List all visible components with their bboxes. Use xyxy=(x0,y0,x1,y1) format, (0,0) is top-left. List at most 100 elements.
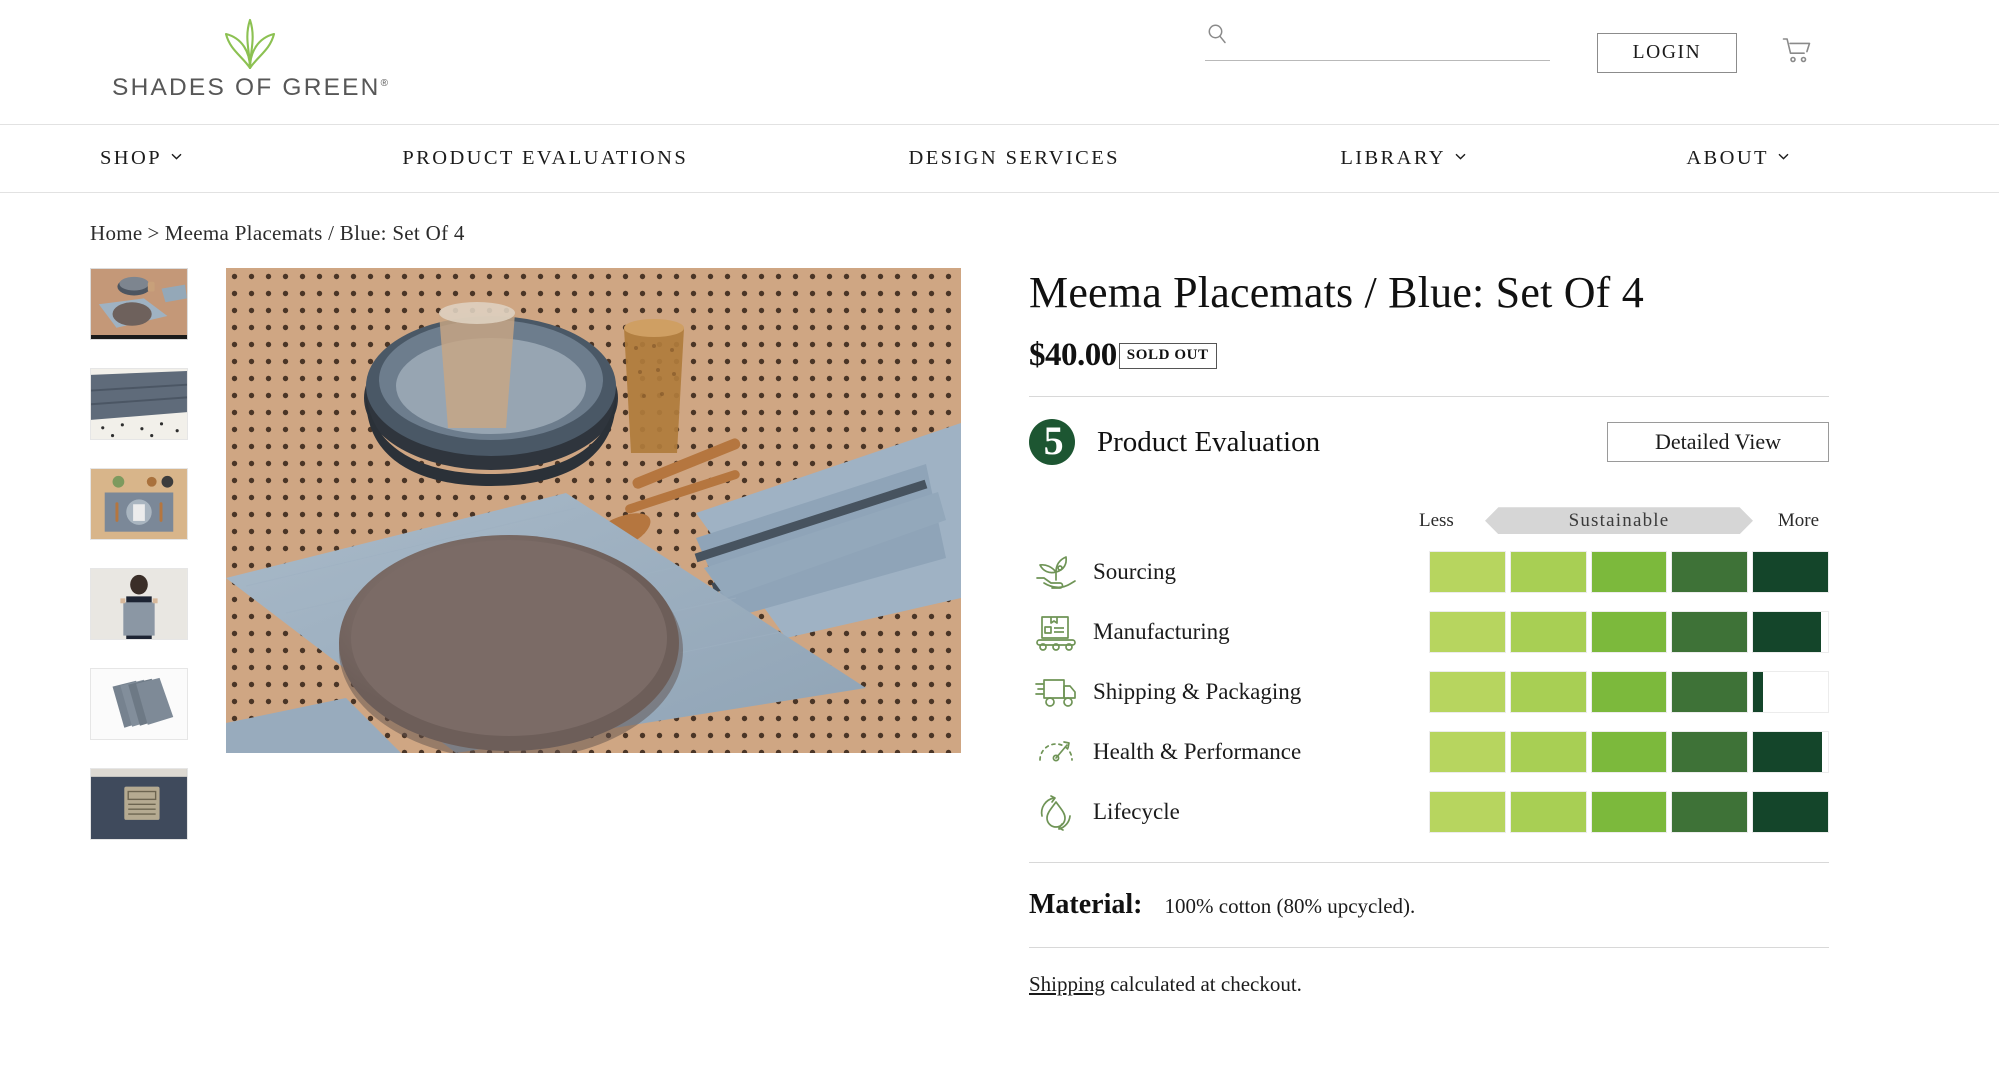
product-main: Meema Placemats / Blue: Set Of 4 $40.00 … xyxy=(0,246,1999,997)
scale-less-label: Less xyxy=(1419,509,1454,531)
chevron-down-icon xyxy=(171,151,182,162)
thumbnail-item[interactable] xyxy=(90,268,188,340)
rating-segment xyxy=(1509,731,1587,774)
site-logo[interactable]: SHADES OF GREEN® xyxy=(100,12,400,102)
chevron-down-icon xyxy=(1455,151,1466,162)
lotus-leaf-mark-icon xyxy=(100,12,400,70)
search-box xyxy=(1205,22,1550,61)
shipping-policy-link[interactable]: Shipping xyxy=(1029,972,1105,996)
product-info: Meema Placemats / Blue: Set Of 4 $40.00 … xyxy=(1029,268,1829,997)
rating-segment xyxy=(1429,551,1506,594)
divider xyxy=(1029,862,1829,864)
gauge-icon xyxy=(1029,730,1083,774)
breadcrumb-separator: > xyxy=(147,221,160,245)
nav-item-product-evaluations[interactable]: PRODUCT EVALUATIONS xyxy=(402,147,688,170)
breadcrumb: Home > Meema Placemats / Blue: Set Of 4 xyxy=(0,193,1999,246)
rating-label: Health & Performance xyxy=(1093,739,1302,765)
rating-row: Manufacturing xyxy=(1029,610,1829,654)
rating-segment xyxy=(1752,791,1829,834)
rating-bar-group xyxy=(1429,611,1829,654)
material-value: 100% cotton (80% upcycled). xyxy=(1164,894,1416,919)
evaluation-score-value: 5 xyxy=(1043,418,1064,464)
logo-wordmark: SHADES OF GREEN® xyxy=(100,74,400,102)
nav-item-library[interactable]: LIBRARY xyxy=(1340,147,1466,170)
breadcrumb-current: Meema Placemats / Blue: Set Of 4 xyxy=(164,221,465,245)
logo-wordmark-text: SHADES OF GREEN xyxy=(112,74,381,101)
rating-segment xyxy=(1671,551,1749,594)
material-row: Material: 100% cotton (80% upcycled). xyxy=(1029,889,1829,921)
main-navigation: SHOP PRODUCT EVALUATIONS DESIGN SERVICES… xyxy=(0,125,1999,193)
material-label: Material: xyxy=(1029,889,1143,921)
thumbnail-item[interactable] xyxy=(90,668,188,740)
rating-row: Health & Performance xyxy=(1029,730,1829,774)
thumbnail-item[interactable] xyxy=(90,768,188,840)
rating-segment xyxy=(1590,791,1668,834)
thumbnail-item[interactable] xyxy=(90,568,188,640)
rating-segment xyxy=(1671,671,1749,714)
rating-segment xyxy=(1429,731,1506,774)
nav-item-about[interactable]: ABOUT xyxy=(1686,147,1789,170)
rating-segment xyxy=(1590,611,1668,654)
rating-label: Lifecycle xyxy=(1093,799,1180,825)
page-title: Meema Placemats / Blue: Set Of 4 xyxy=(1029,268,1644,317)
breadcrumb-home-link[interactable]: Home xyxy=(90,221,143,245)
search-icon[interactable] xyxy=(1205,22,1229,51)
box-conveyor-icon xyxy=(1029,610,1083,654)
divider xyxy=(1029,396,1829,398)
nav-item-design-services-label: DESIGN SERVICES xyxy=(908,147,1120,169)
rating-segment xyxy=(1752,551,1829,594)
rating-segment xyxy=(1429,671,1506,714)
status-badge: SOLD OUT xyxy=(1118,342,1217,369)
product-evaluation-header: 5 Product Evaluation Detailed View xyxy=(1029,418,1829,466)
product-price: $40.00 xyxy=(1029,337,1117,374)
rating-bar-group xyxy=(1429,731,1829,774)
thumbnail-item[interactable] xyxy=(90,368,188,440)
scale-sustainable-band: Sustainable xyxy=(1485,507,1753,535)
rating-segment xyxy=(1509,611,1587,654)
delivery-truck-icon xyxy=(1029,670,1083,714)
thumbnail-item[interactable] xyxy=(90,468,188,540)
rating-segment xyxy=(1671,731,1749,774)
site-header: SHADES OF GREEN® LOGIN xyxy=(0,0,1999,125)
nav-item-library-label: LIBRARY xyxy=(1340,147,1446,169)
nav-item-shop[interactable]: SHOP xyxy=(100,147,182,170)
price-row: $40.00 SOLD OUT xyxy=(1029,337,1829,374)
detailed-view-button[interactable]: Detailed View xyxy=(1607,422,1829,463)
nav-item-design-services[interactable]: DESIGN SERVICES xyxy=(908,147,1119,170)
rating-segment xyxy=(1509,671,1587,714)
rating-segment xyxy=(1671,791,1749,834)
rating-label: Manufacturing xyxy=(1093,619,1230,645)
rating-segment xyxy=(1429,791,1506,834)
registered-mark: ® xyxy=(380,77,388,89)
nav-item-shop-label: SHOP xyxy=(100,147,163,169)
rating-segment xyxy=(1752,611,1829,654)
rating-row: Sourcing xyxy=(1029,550,1829,594)
rating-segment xyxy=(1590,671,1668,714)
scale-more-label: More xyxy=(1777,509,1819,531)
search-input[interactable] xyxy=(1237,25,1550,48)
rating-segment xyxy=(1590,551,1668,594)
rating-segment xyxy=(1509,791,1587,834)
rating-row: Shipping & Packaging xyxy=(1029,670,1829,714)
rating-row: Lifecycle xyxy=(1029,790,1829,834)
nav-item-product-evaluations-label: PRODUCT EVALUATIONS xyxy=(402,147,689,169)
evaluation-title: Product Evaluation xyxy=(1097,425,1321,458)
rating-segment xyxy=(1509,551,1587,594)
cart-button[interactable] xyxy=(1775,30,1819,74)
divider xyxy=(1029,947,1829,949)
sustainability-scale-legend: Less Sustainable More xyxy=(1419,507,1819,535)
login-button[interactable]: LOGIN xyxy=(1597,33,1737,73)
chevron-down-icon xyxy=(1778,151,1789,162)
shipping-note: calculated at checkout. xyxy=(1110,972,1302,997)
rating-segment xyxy=(1752,731,1829,774)
rating-bar-group xyxy=(1429,551,1829,594)
hand-with-plant-icon xyxy=(1029,550,1083,594)
shipping-row: Shipping calculated at checkout. xyxy=(1029,972,1829,997)
rating-segment xyxy=(1752,671,1829,714)
shopping-cart-icon xyxy=(1782,37,1812,68)
rating-bar-group xyxy=(1429,671,1829,714)
product-hero-image[interactable] xyxy=(226,268,961,753)
water-drop-recycle-icon xyxy=(1029,790,1083,834)
product-page: SHADES OF GREEN® LOGIN SHOP PRODUCT EVAL… xyxy=(0,0,1999,1091)
evaluation-score-badge: 5 xyxy=(1029,418,1075,466)
